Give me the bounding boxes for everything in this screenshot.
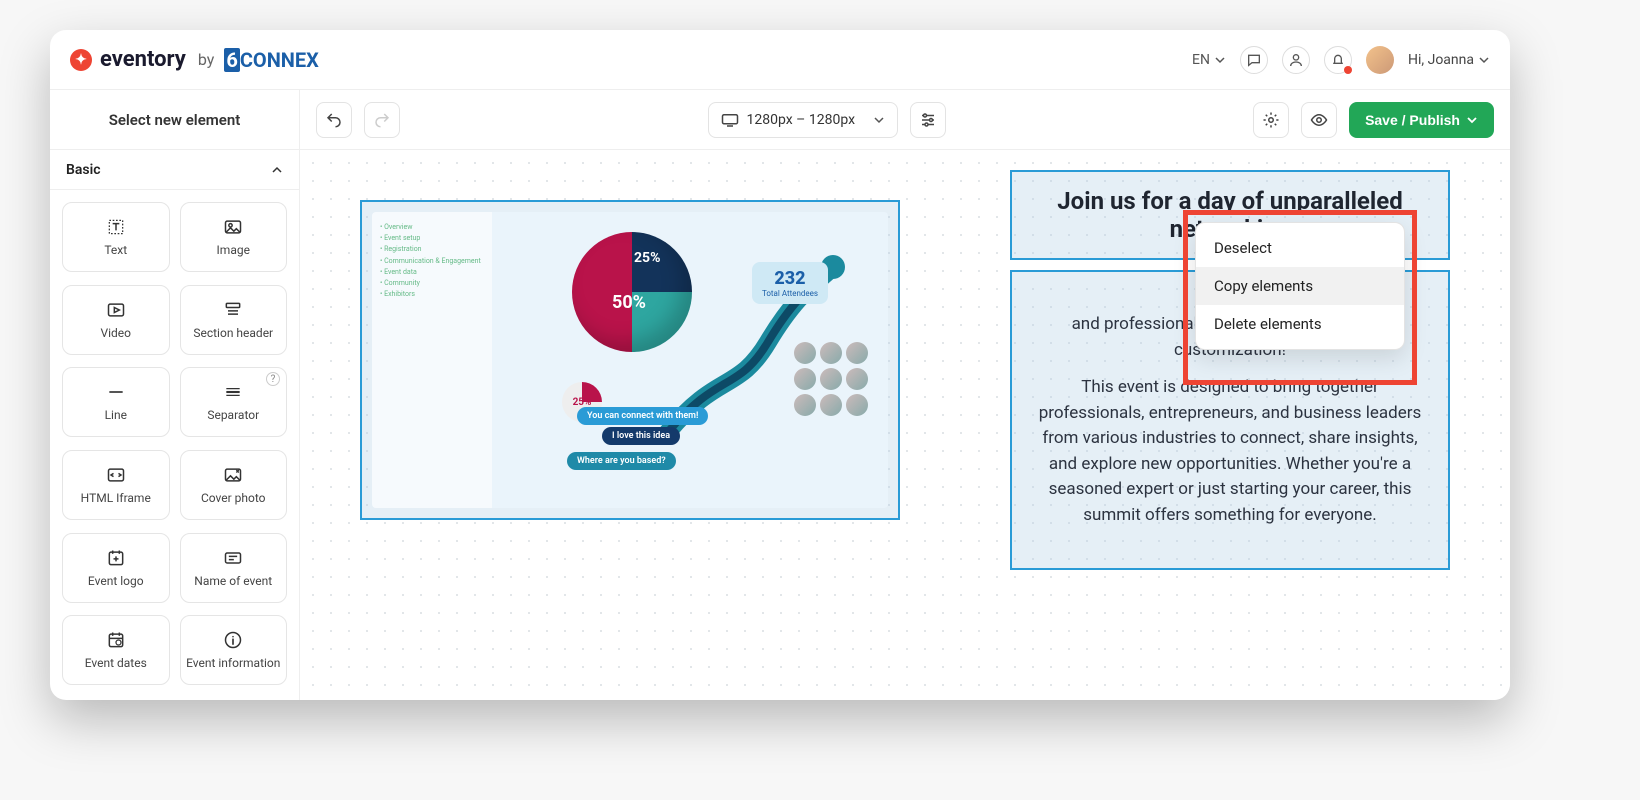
desktop-icon	[721, 113, 739, 127]
chat-icon[interactable]	[1240, 46, 1268, 74]
undo-button[interactable]	[316, 102, 352, 138]
brand-logo[interactable]: ✦ eventory by 6CONNEX	[70, 47, 319, 72]
chevron-down-icon	[873, 114, 885, 126]
element-label: Event information	[186, 656, 280, 670]
language-selector[interactable]: EN	[1192, 52, 1226, 68]
topbar: ✦ eventory by 6CONNEX EN Hi, Joanna	[50, 30, 1510, 90]
canvas[interactable]: • Overview• Event setup• Registration• C…	[300, 150, 1510, 700]
name-icon	[223, 548, 243, 568]
element-card-text[interactable]: Text	[62, 202, 170, 272]
context-menu-item-delete-elements[interactable]: Delete elements	[1196, 305, 1404, 343]
video-icon	[106, 300, 126, 320]
element-card-video[interactable]: Video	[62, 285, 170, 355]
pie-seg2: 50%	[612, 292, 646, 313]
element-card-name[interactable]: Name of event	[180, 533, 288, 603]
breakpoint-select[interactable]: 1280px – 1280px	[708, 102, 898, 138]
element-card-image[interactable]: Image	[180, 202, 288, 272]
elements-grid: Text Image Video Section header Line? Separat…	[50, 190, 299, 700]
gear-icon	[1262, 111, 1280, 129]
element-label: Separator	[207, 408, 259, 422]
element-label: Event logo	[88, 574, 144, 588]
element-label: Text	[104, 243, 127, 257]
element-card-iframe[interactable]: HTML Iframe	[62, 450, 170, 520]
undo-icon	[325, 111, 343, 129]
element-card-line[interactable]: Line	[62, 367, 170, 437]
text-icon	[106, 217, 126, 237]
element-label: HTML Iframe	[81, 491, 151, 505]
element-card-cover[interactable]: Cover photo	[180, 450, 288, 520]
sidebar-title: Select new element	[50, 90, 299, 150]
context-menu-item-copy-elements[interactable]: Copy elements	[1196, 267, 1404, 305]
bell-icon[interactable]	[1324, 46, 1352, 74]
context-menu: DeselectCopy elementsDelete elements	[1195, 222, 1405, 350]
info-icon	[223, 630, 243, 650]
brand-partner: 6CONNEX	[224, 48, 319, 72]
dashboard-illustration: • Overview• Event setup• Registration• C…	[372, 212, 888, 508]
app-window: ✦ eventory by 6CONNEX EN Hi, Joanna	[50, 30, 1510, 700]
chevron-down-icon	[1466, 114, 1478, 126]
chevron-up-icon	[271, 164, 283, 176]
element-card-section[interactable]: Section header	[180, 285, 288, 355]
breakpoint-label: 1280px – 1280px	[747, 112, 856, 128]
line-icon	[106, 382, 126, 402]
language-label: EN	[1192, 52, 1210, 68]
dates-icon	[106, 630, 126, 650]
element-card-dates[interactable]: Event dates	[62, 615, 170, 685]
element-label: Video	[100, 326, 131, 340]
chat-bubble-icon: I love this idea	[602, 427, 680, 445]
chat-bubble-icon: You can connect with them!	[577, 407, 708, 425]
avatar[interactable]	[1366, 46, 1394, 74]
topbar-right: EN Hi, Joanna	[1192, 46, 1490, 74]
element-label: Name of event	[194, 574, 272, 588]
help-icon[interactable]: ?	[266, 372, 280, 386]
redo-icon	[373, 111, 391, 129]
star-icon: ✦	[70, 49, 92, 71]
element-label: Image	[217, 243, 250, 257]
brand-name: eventory	[100, 47, 186, 72]
filters-button[interactable]	[910, 102, 946, 138]
brand-by: by	[198, 50, 214, 69]
save-label: Save / Publish	[1365, 112, 1460, 128]
settings-button[interactable]	[1253, 102, 1289, 138]
element-card-info[interactable]: Event information	[180, 615, 288, 685]
redo-button[interactable]	[364, 102, 400, 138]
image-icon	[223, 217, 243, 237]
preview-button[interactable]	[1301, 102, 1337, 138]
element-label: Section header	[193, 326, 273, 340]
context-menu-item-deselect[interactable]: Deselect	[1196, 229, 1404, 267]
element-label: Line	[105, 408, 127, 422]
section-icon	[223, 300, 243, 320]
sliders-icon	[919, 111, 937, 129]
iframe-icon	[106, 465, 126, 485]
element-label: Cover photo	[201, 491, 266, 505]
avatar-cluster	[794, 342, 868, 416]
sidebar-section-label: Basic	[66, 162, 101, 178]
sidebar-section-basic[interactable]: Basic	[50, 150, 299, 190]
save-publish-button[interactable]: Save / Publish	[1349, 102, 1494, 138]
element-card-separator[interactable]: ? Separator	[180, 367, 288, 437]
chevron-down-icon	[1478, 54, 1490, 66]
greeting-text: Hi, Joanna	[1408, 52, 1474, 68]
chat-bubble-icon: Where are you based?	[567, 452, 676, 470]
chevron-down-icon	[1214, 54, 1226, 66]
cover-icon	[223, 465, 243, 485]
body-text: This event is designed to bring together…	[1028, 375, 1432, 528]
logo-icon	[106, 548, 126, 568]
eye-icon	[1310, 111, 1328, 129]
sidebar: Select new element Basic Text Image Video S…	[50, 90, 300, 700]
element-label: Event dates	[85, 656, 147, 670]
canvas-area: 1280px – 1280px Save / Publish	[300, 90, 1510, 700]
user-icon[interactable]	[1282, 46, 1310, 74]
element-card-logo[interactable]: Event logo	[62, 533, 170, 603]
user-menu[interactable]: Hi, Joanna	[1408, 52, 1490, 68]
pie-seg1: 25%	[634, 250, 660, 266]
canvas-toolbar: 1280px – 1280px Save / Publish	[300, 90, 1510, 150]
selected-image-block[interactable]: • Overview• Event setup• Registration• C…	[360, 200, 900, 520]
main: Select new element Basic Text Image Video S…	[50, 90, 1510, 700]
separator-icon	[223, 382, 243, 402]
stat-card: 232 Total Attendees	[752, 262, 828, 304]
